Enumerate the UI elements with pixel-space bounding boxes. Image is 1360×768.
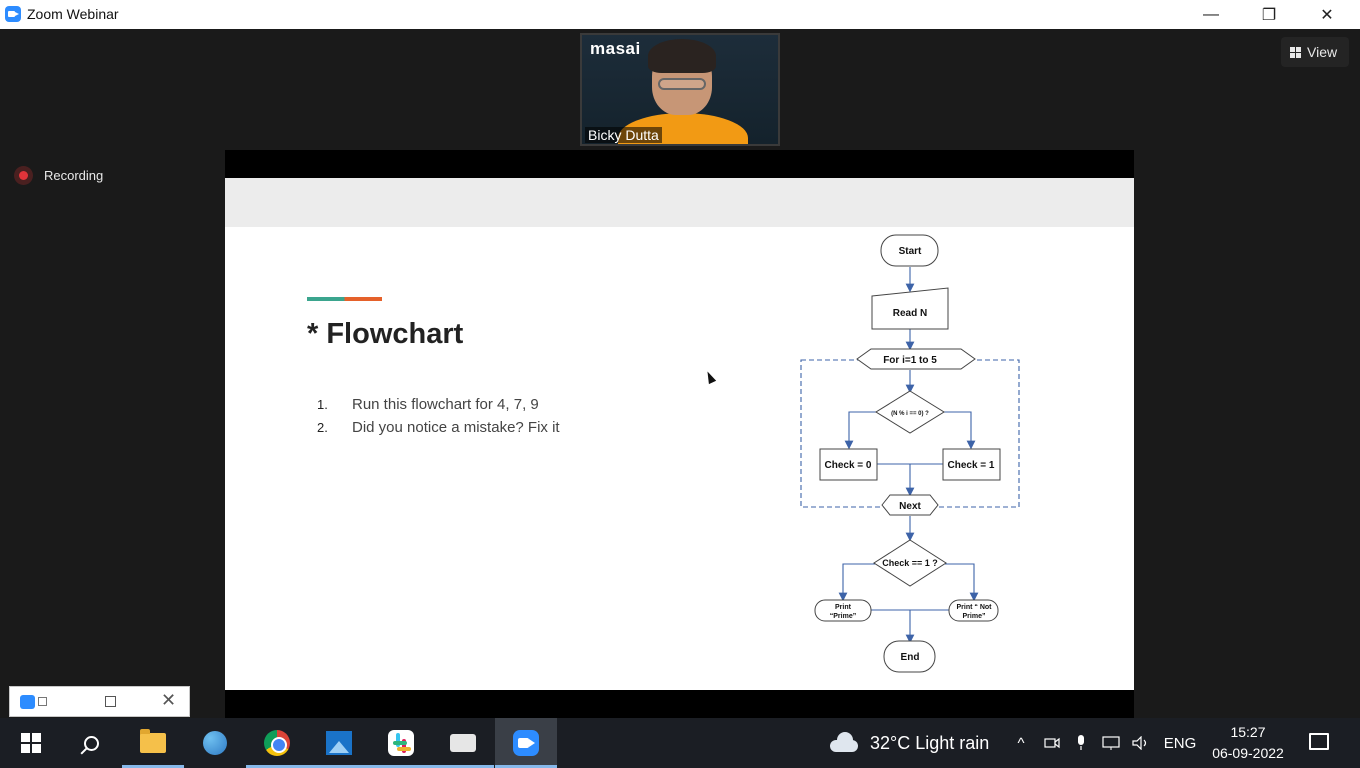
flow-label: For i=1 to 5 [883, 355, 937, 366]
flow-label: (N % i == 0) ? [891, 411, 929, 417]
flow-label: Check == 1 ? [882, 558, 938, 568]
chevron-up-icon: ^ [1017, 734, 1025, 752]
slide-header-band [225, 178, 1134, 227]
tile-icon[interactable] [38, 697, 47, 706]
taskbar-slack[interactable] [370, 718, 432, 768]
tray-microphone[interactable] [1071, 718, 1091, 768]
tray-meet-now[interactable] [1041, 718, 1063, 768]
slack-icon [388, 730, 414, 756]
notification-icon[interactable] [1309, 733, 1329, 750]
view-button[interactable]: View [1281, 37, 1349, 67]
rain-cloud-icon [830, 732, 860, 754]
participant-video[interactable]: masai Bicky Dutta [580, 33, 780, 146]
start-button[interactable] [0, 718, 62, 768]
title-accent-line [307, 297, 382, 301]
shared-screen: * Flowchart 1. Run this flowchart for 4,… [225, 150, 1134, 718]
brand-logo: masai [590, 39, 641, 58]
participant-glasses [658, 78, 706, 90]
recording-indicator[interactable]: Recording [14, 165, 103, 185]
taskbar-file-explorer[interactable] [122, 718, 184, 768]
system-clock[interactable]: 15:27 06-09-2022 [1205, 722, 1291, 764]
restore-button[interactable]: ❐ [1240, 0, 1298, 29]
taskbar-chrome[interactable] [246, 718, 308, 768]
folder-icon [140, 729, 166, 753]
flow-label: Prime” [963, 613, 986, 620]
tray-volume[interactable] [1130, 718, 1152, 768]
speaker-icon [1132, 736, 1147, 750]
participant-hair [648, 39, 716, 73]
flow-label: Read N [893, 308, 927, 319]
minimized-meeting-window[interactable]: ✕ [9, 686, 190, 717]
taskbar: 32°C Light rain ^ ENG 15:27 06-09-2022 [0, 718, 1360, 768]
close-icon[interactable]: ✕ [161, 690, 176, 711]
language-indicator[interactable]: ENG [1162, 718, 1198, 768]
window-title: Zoom Webinar [27, 6, 119, 22]
taskbar-paint[interactable] [184, 718, 246, 768]
close-button[interactable]: ✕ [1298, 0, 1356, 29]
snipping-tool-icon [450, 734, 476, 752]
minimize-button[interactable]: — [1182, 0, 1240, 29]
presentation-slide: * Flowchart 1. Run this flowchart for 4,… [225, 178, 1134, 690]
search-icon [83, 735, 99, 751]
flow-label: End [901, 652, 920, 663]
network-icon [1102, 736, 1120, 750]
flow-label: Start [899, 246, 922, 257]
zoom-icon [20, 695, 35, 709]
taskbar-snipping-tool[interactable] [432, 718, 494, 768]
list-item-number: 1. [317, 397, 328, 412]
grid-view-icon [1290, 46, 1301, 58]
window-titlebar: Zoom Webinar — ❐ ✕ [0, 0, 1360, 29]
flow-label: Check = 1 [948, 460, 995, 471]
participant-name: Bicky Dutta [585, 127, 662, 143]
search-button[interactable] [60, 718, 122, 768]
photos-icon [326, 731, 352, 755]
flow-label: Print “ Not [957, 604, 993, 611]
connector [945, 563, 979, 602]
slide-title: * Flowchart [307, 318, 464, 350]
list-item: 1. Run this flowchart for 4, 7, 9 [317, 393, 560, 416]
view-button-label: View [1307, 44, 1338, 60]
list-item-number: 2. [317, 420, 328, 435]
show-hidden-icons-button[interactable]: ^ [1010, 718, 1032, 768]
paint-icon [203, 731, 227, 755]
flow-label: Check = 0 [825, 460, 872, 471]
camera-icon [1044, 737, 1060, 749]
flow-label: Print [835, 604, 852, 611]
connector [943, 411, 976, 450]
recording-label: Recording [44, 167, 104, 183]
chrome-icon [264, 730, 290, 756]
zoom-app-icon [5, 6, 21, 22]
recording-icon [14, 165, 33, 185]
microphone-icon [1078, 735, 1084, 750]
slide-list: 1. Run this flowchart for 4, 7, 9 2. Did… [317, 393, 560, 439]
taskbar-photos[interactable] [308, 718, 370, 768]
flow-label: “Prime” [830, 613, 856, 620]
weather-widget[interactable]: 32°C Light rain [830, 718, 989, 768]
flowchart-diagram: Start Read N For i=1 to 5 (N % i == 0) ?… [800, 234, 1020, 673]
flow-label: Next [899, 501, 921, 512]
language-text: ENG [1163, 734, 1197, 752]
zoom-icon [513, 730, 539, 756]
taskbar-zoom[interactable] [495, 718, 557, 768]
windows-icon [21, 733, 41, 753]
connector [844, 411, 877, 450]
screen: Zoom Webinar — ❐ ✕ masai Bicky Dutta Vie… [0, 0, 1360, 768]
clock-date: 06-09-2022 [1212, 745, 1284, 761]
clock-time: 15:27 [1230, 724, 1266, 740]
maximize-icon[interactable] [105, 696, 116, 707]
list-item-text: Run this flowchart for 4, 7, 9 [352, 396, 539, 413]
list-item-text: Did you notice a mistake? Fix it [352, 419, 560, 436]
list-item: 2. Did you notice a mistake? Fix it [317, 416, 560, 439]
connector [838, 563, 875, 602]
weather-text: 32°C Light rain [870, 732, 990, 753]
tray-network[interactable] [1100, 718, 1122, 768]
